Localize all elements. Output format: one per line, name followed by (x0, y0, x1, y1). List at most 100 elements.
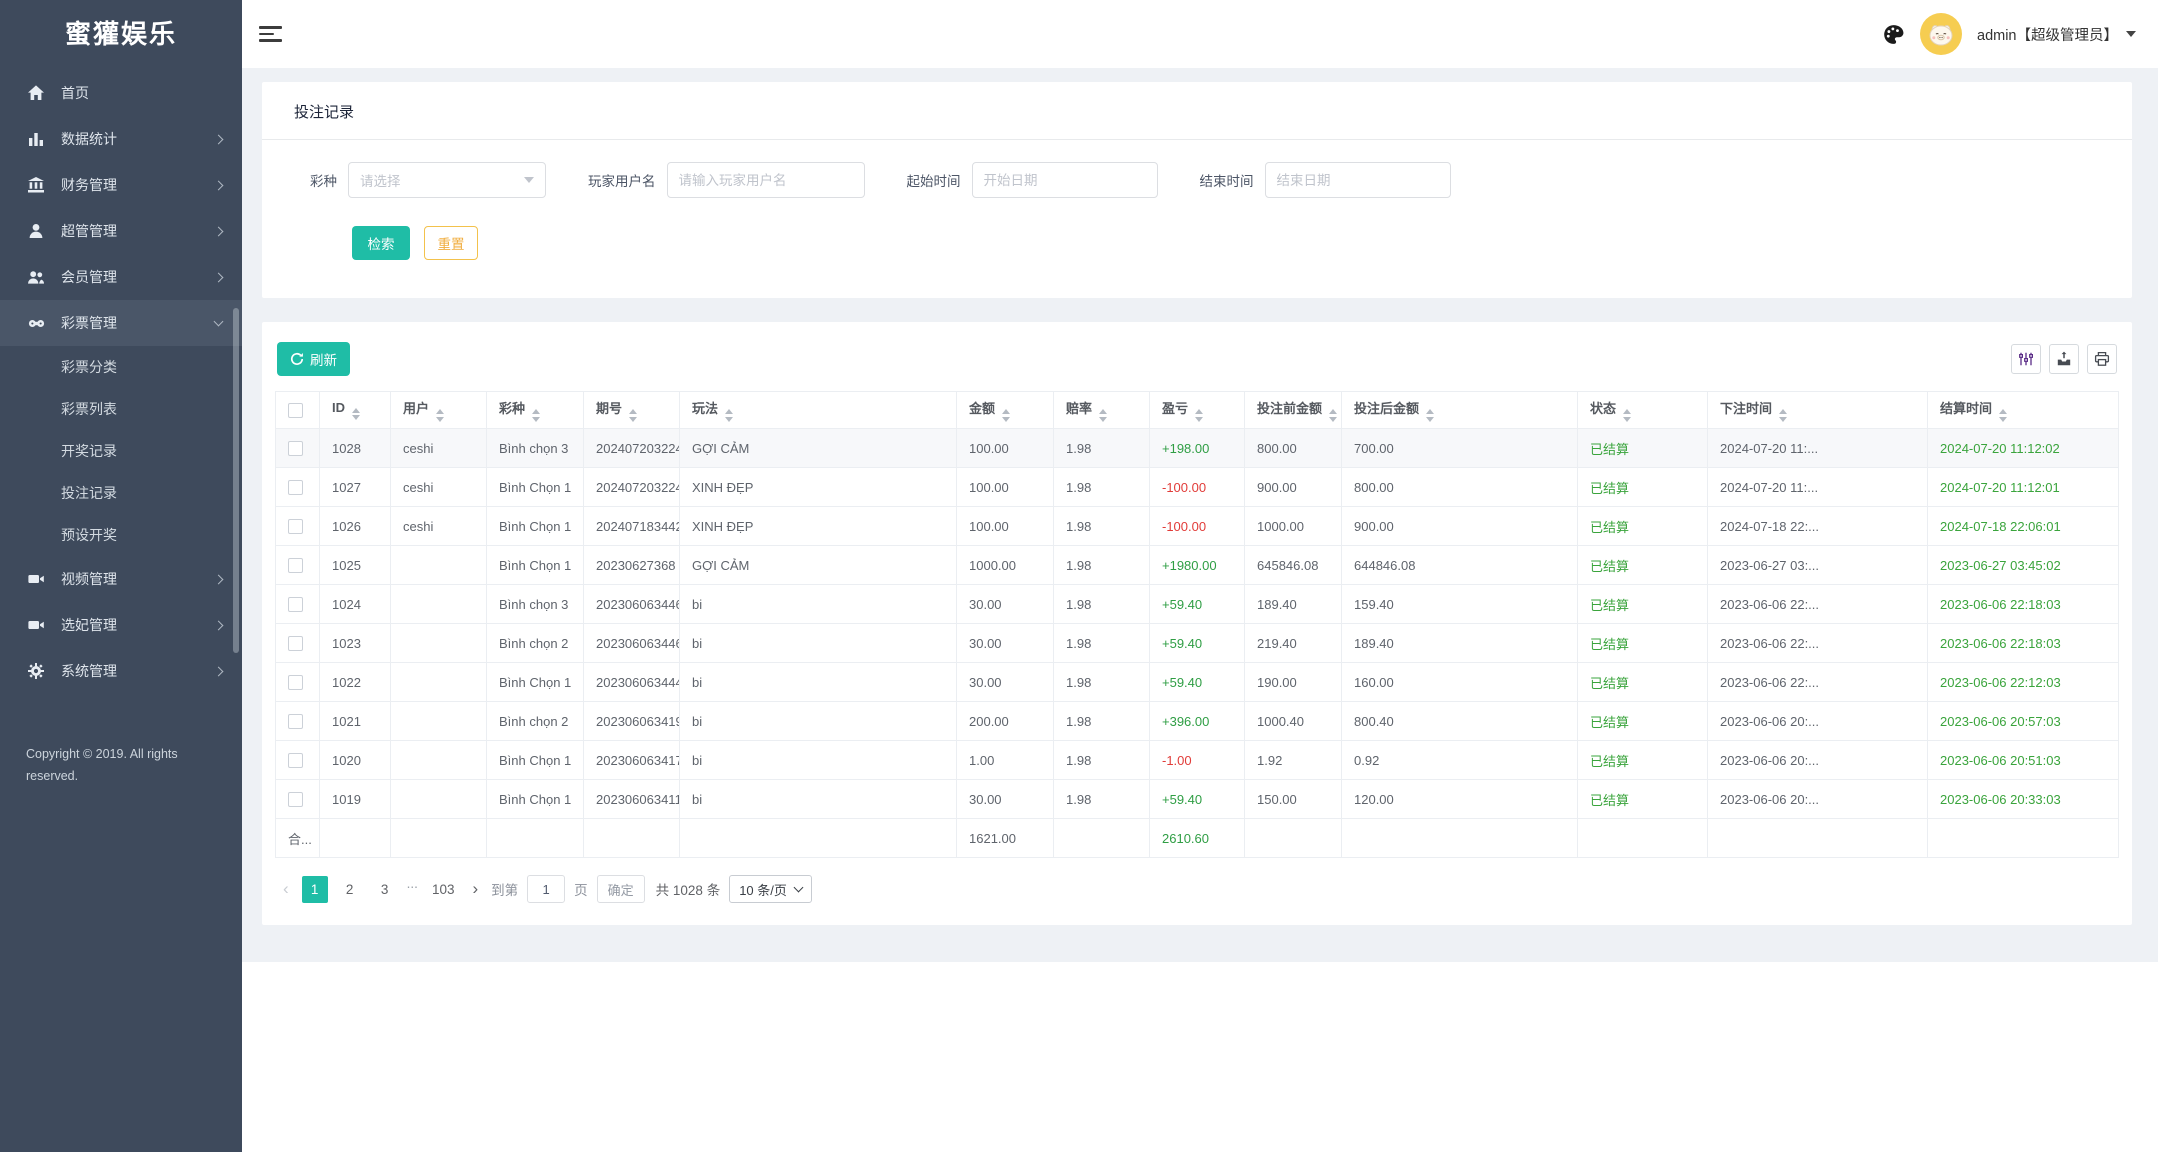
sidebar-item-stats[interactable]: 数据统计 (0, 116, 242, 162)
column-header-play[interactable]: 玩法 (680, 392, 957, 429)
total-empty-cell (584, 819, 680, 858)
table-row: 1019Bình Chọn 1202306063411bi30.001.98+5… (276, 780, 2119, 819)
menu-toggle-icon[interactable] (259, 22, 283, 46)
page-button-103[interactable]: 103 (427, 876, 460, 903)
column-header-amount[interactable]: 金额 (957, 392, 1054, 429)
total-empty-cell (1708, 819, 1928, 858)
sidebar-subitem-draw-records[interactable]: 开奖记录 (0, 430, 242, 472)
sort-icon[interactable] (725, 409, 733, 422)
cell-amount: 100.00 (957, 507, 1054, 546)
search-button[interactable]: 检索 (352, 226, 410, 260)
row-checkbox[interactable] (288, 636, 303, 651)
goto-page-input[interactable] (527, 875, 565, 903)
sidebar-item-system[interactable]: 系统管理 (0, 648, 242, 694)
sidebar: 蜜獾娱乐 首页数据统计财务管理超管管理会员管理彩票管理彩票分类彩票列表开奖记录投… (0, 0, 242, 1152)
cell-profit: -1.00 (1150, 741, 1245, 780)
cell-amount: 1000.00 (957, 546, 1054, 585)
cell-profit: -100.00 (1150, 468, 1245, 507)
sidebar-subitem-preset-draw[interactable]: 预设开奖 (0, 514, 242, 556)
columns-filter-button[interactable] (2011, 344, 2041, 374)
goto-confirm-button[interactable]: 确定 (597, 875, 645, 903)
sort-icon[interactable] (1623, 409, 1631, 422)
sort-icon[interactable] (629, 409, 637, 422)
row-select-cell (276, 702, 320, 741)
sidebar-item-video[interactable]: 视频管理 (0, 556, 242, 602)
reset-button[interactable]: 重置 (424, 226, 478, 260)
page-button-1[interactable]: 1 (302, 876, 328, 903)
select-all-checkbox[interactable] (288, 403, 303, 418)
page-button-2[interactable]: 2 (337, 876, 363, 903)
cell-profit: +1980.00 (1150, 546, 1245, 585)
filter-buttons: 检索 重置 (262, 198, 2132, 298)
sort-icon[interactable] (1426, 409, 1434, 422)
sidebar-subitem-lottery-list[interactable]: 彩票列表 (0, 388, 242, 430)
lottery-select[interactable]: 请选择 (348, 162, 546, 198)
sort-icon[interactable] (1999, 409, 2007, 422)
sort-icon[interactable] (532, 409, 540, 422)
row-checkbox[interactable] (288, 714, 303, 729)
column-header-user[interactable]: 用户 (391, 392, 487, 429)
sidebar-scrollbar[interactable] (233, 308, 239, 653)
cell-id: 1021 (320, 702, 391, 741)
refresh-button[interactable]: 刷新 (277, 342, 350, 376)
row-checkbox[interactable] (288, 597, 303, 612)
page-size-value: 10 条/页 (739, 880, 787, 899)
column-header-status[interactable]: 状态 (1578, 392, 1708, 429)
column-header-before_amount[interactable]: 投注前金额 (1245, 392, 1342, 429)
row-checkbox[interactable] (288, 558, 303, 573)
cell-odds: 1.98 (1054, 468, 1150, 507)
page-next-icon[interactable]: › (468, 879, 482, 899)
sidebar-item-lottery[interactable]: 彩票管理 (0, 300, 242, 346)
total-empty-cell (1578, 819, 1708, 858)
column-header-lottery[interactable]: 彩种 (487, 392, 584, 429)
column-header-bet_time[interactable]: 下注时间 (1708, 392, 1928, 429)
sidebar-item-home[interactable]: 首页 (0, 70, 242, 116)
sort-icon[interactable] (1195, 409, 1203, 422)
supervisor-icon (26, 221, 46, 241)
page-button-3[interactable]: 3 (372, 876, 398, 903)
row-checkbox[interactable] (288, 441, 303, 456)
row-checkbox[interactable] (288, 480, 303, 495)
column-header-settle_time[interactable]: 结算时间 (1928, 392, 2119, 429)
sort-icon[interactable] (1099, 409, 1107, 422)
sort-icon[interactable] (1002, 409, 1010, 422)
page-prev-icon[interactable]: ‹ (279, 879, 293, 899)
sidebar-item-supervisor[interactable]: 超管管理 (0, 208, 242, 254)
table-body: 1028ceshiBình chọn 3202407203224GỢI CẢM1… (276, 429, 2119, 819)
admin-dropdown[interactable]: admin【超级管理员】 (1977, 24, 2136, 45)
goto-label: 到第 (491, 879, 518, 899)
sort-icon[interactable] (352, 408, 360, 421)
total-count: 共 1028 条 (656, 879, 721, 899)
username-input[interactable] (667, 162, 865, 198)
sort-icon[interactable] (1329, 409, 1337, 422)
sidebar-item-concubine[interactable]: 选妃管理 (0, 602, 242, 648)
column-header-odds[interactable]: 赔率 (1054, 392, 1150, 429)
end-time-label: 结束时间 (1200, 170, 1254, 190)
theme-palette-icon[interactable] (1882, 23, 1905, 46)
column-header-after_amount[interactable]: 投注后金额 (1342, 392, 1578, 429)
user-avatar[interactable] (1920, 13, 1962, 55)
end-date-input[interactable] (1265, 162, 1451, 198)
row-checkbox[interactable] (288, 519, 303, 534)
total-empty-cell (1054, 819, 1150, 858)
sort-icon[interactable] (1779, 409, 1787, 422)
sidebar-item-finance[interactable]: 财务管理 (0, 162, 242, 208)
cell-user (391, 780, 487, 819)
row-checkbox[interactable] (288, 675, 303, 690)
row-checkbox[interactable] (288, 792, 303, 807)
total-empty-cell (487, 819, 584, 858)
page-size-select[interactable]: 10 条/页 (729, 875, 812, 903)
column-header-period[interactable]: 期号 (584, 392, 680, 429)
sidebar-item-members[interactable]: 会员管理 (0, 254, 242, 300)
sidebar-subitem-lottery-category[interactable]: 彩票分类 (0, 346, 242, 388)
column-header-id[interactable]: ID (320, 392, 391, 429)
column-header-profit[interactable]: 盈亏 (1150, 392, 1245, 429)
print-button[interactable] (2087, 344, 2117, 374)
sidebar-subitem-bet-records[interactable]: 投注记录 (0, 472, 242, 514)
sidebar-item-label: 会员管理 (61, 267, 215, 287)
start-date-input[interactable] (972, 162, 1158, 198)
sort-icon[interactable] (436, 409, 444, 422)
row-checkbox[interactable] (288, 753, 303, 768)
column-label: 结算时间 (1940, 401, 1992, 416)
export-button[interactable] (2049, 344, 2079, 374)
